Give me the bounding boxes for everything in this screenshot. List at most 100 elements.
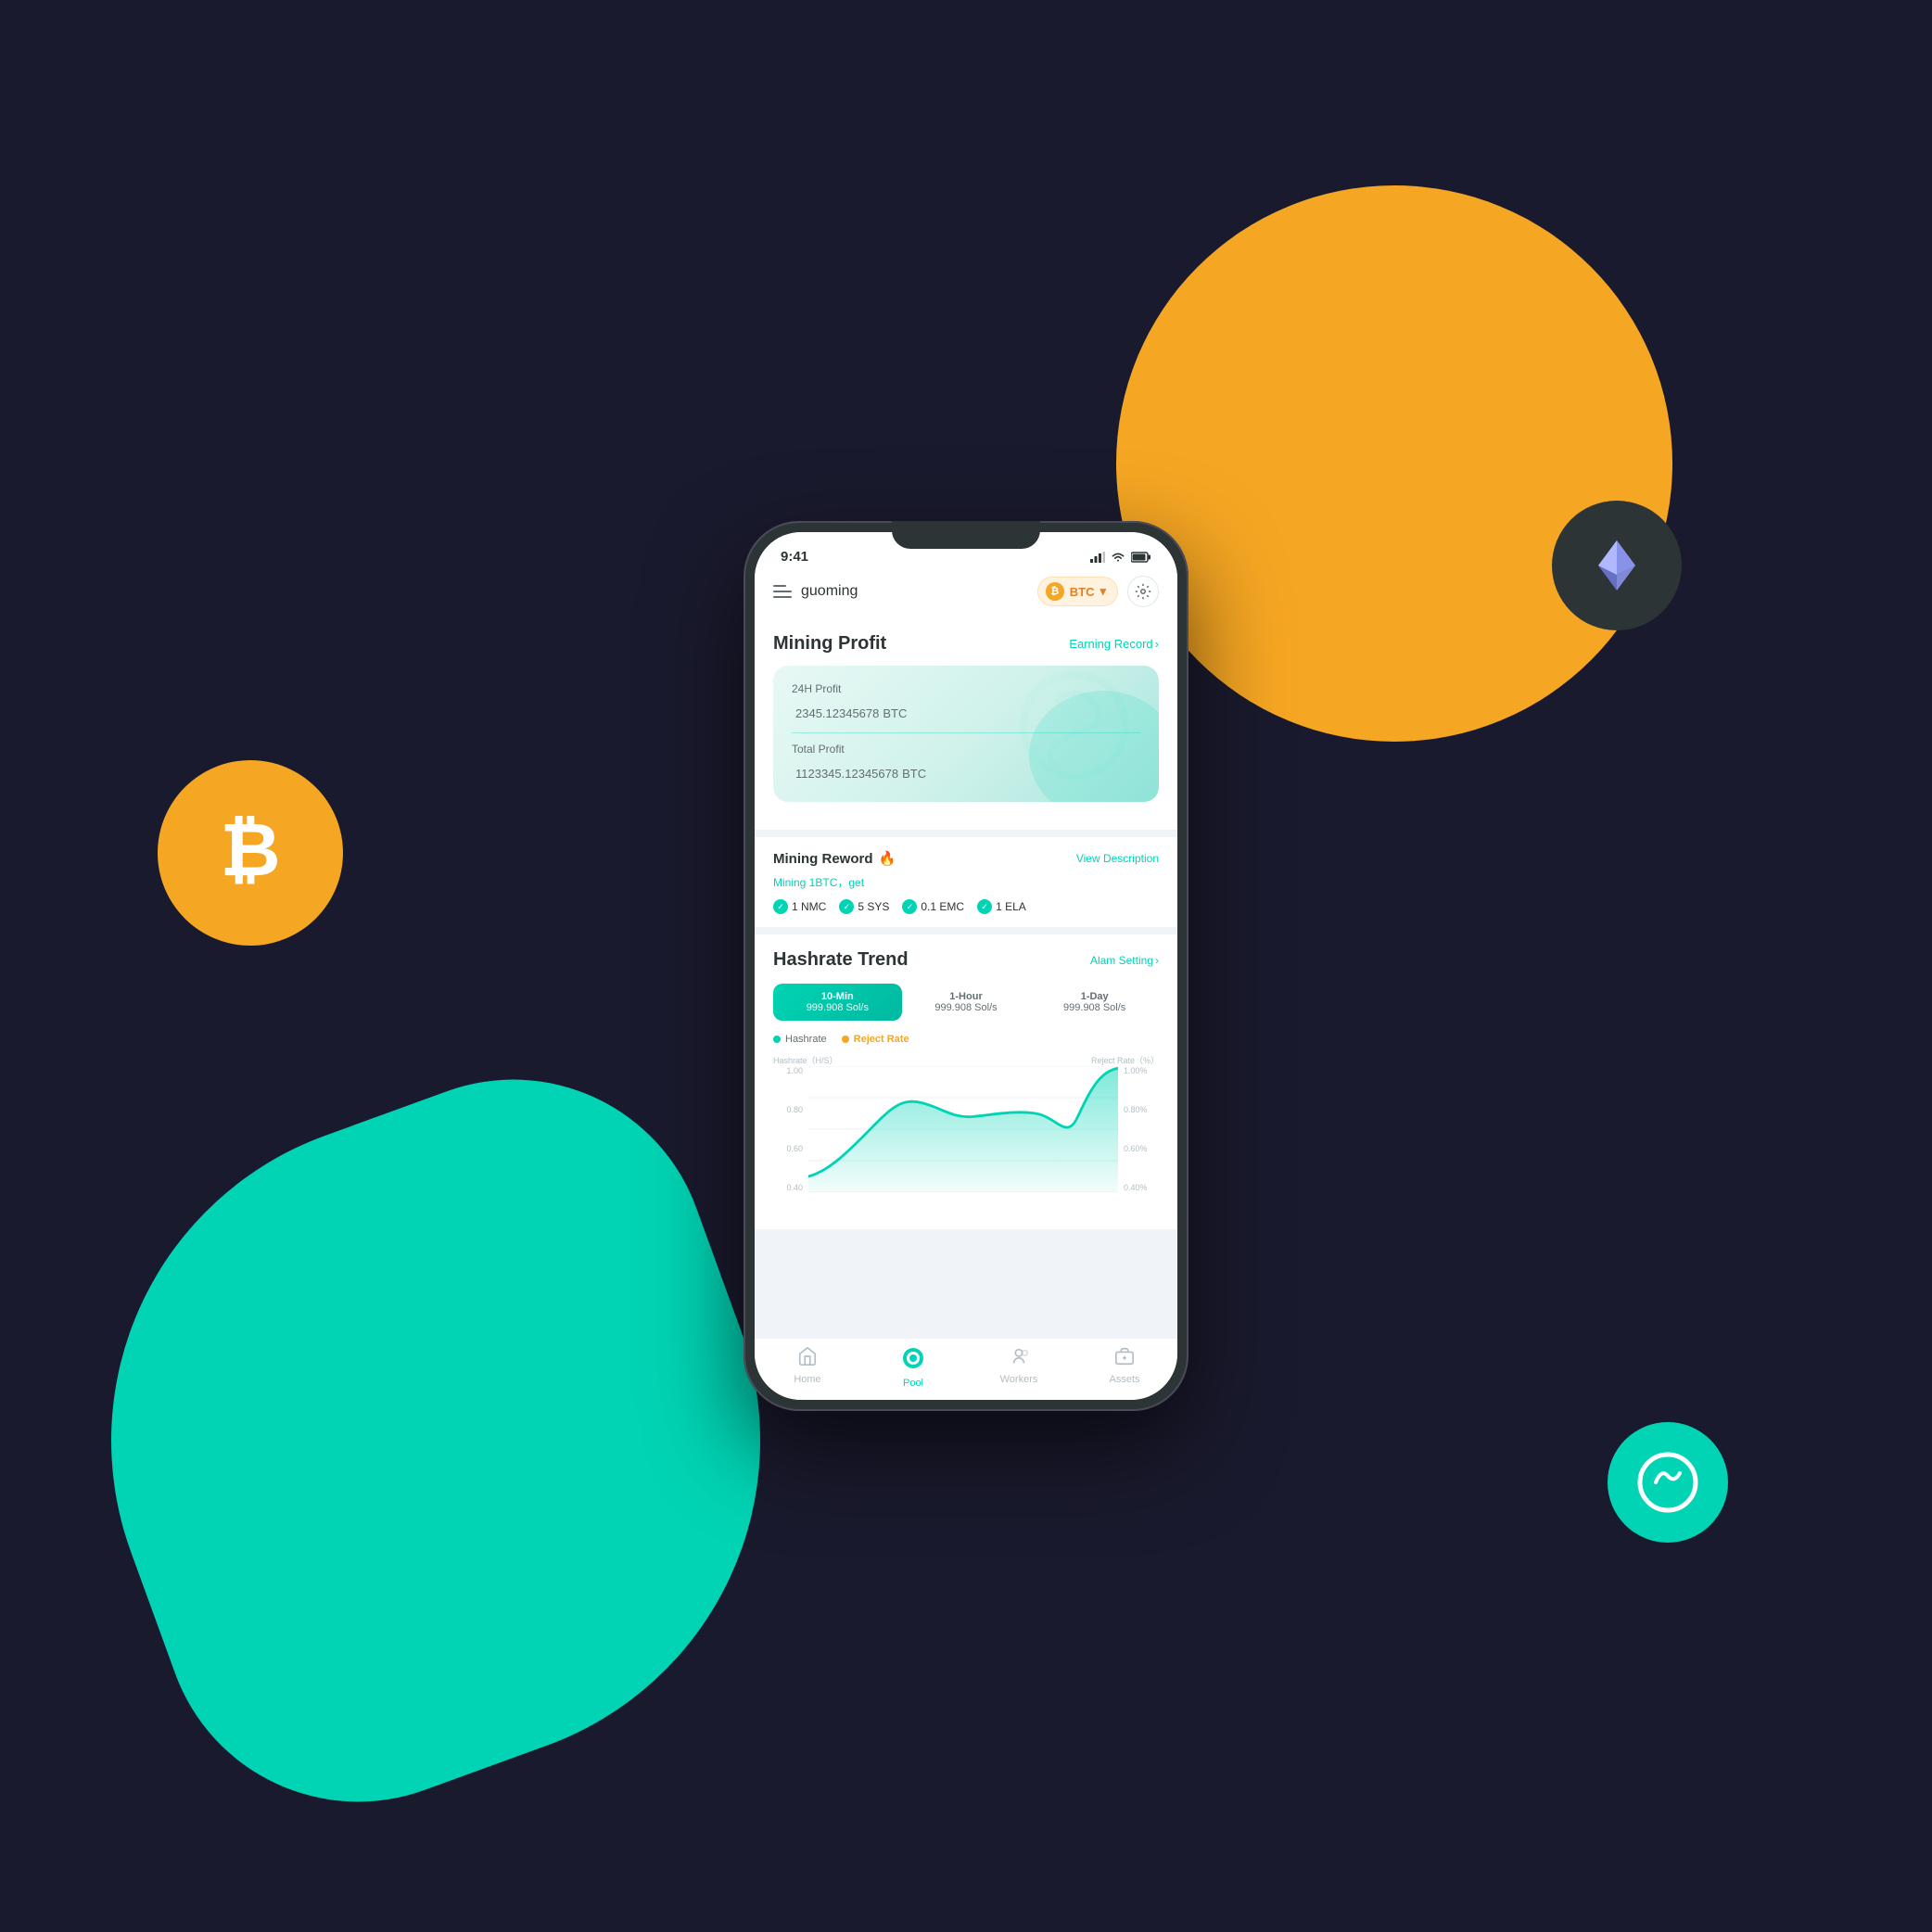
- hashrate-section: Hashrate Trend Alam Setting › 10-Min 999…: [755, 927, 1177, 1229]
- nav-item-home[interactable]: Home: [755, 1346, 860, 1389]
- reward-header: Mining Reword 🔥 View Description: [773, 850, 1159, 867]
- pool-nav-icon: [901, 1346, 925, 1374]
- home-icon: [797, 1346, 818, 1370]
- nav-item-assets[interactable]: Assets: [1072, 1346, 1177, 1389]
- status-time: 9:41: [781, 549, 808, 565]
- chart-axis-titles: Hashrate（H/S） Reject Rate（%）: [773, 1054, 1159, 1066]
- pool-icon: [1608, 1422, 1728, 1543]
- scroll-content[interactable]: Mining Profit Earning Record ›: [755, 618, 1177, 1338]
- legend-hashrate: Hashrate: [773, 1034, 827, 1045]
- tab-10min-label: 10-Min: [777, 991, 898, 1002]
- app-header: guoming ₿ BTC ▾: [755, 568, 1177, 618]
- y-right-1: 1.00%: [1124, 1066, 1148, 1075]
- header-username: guoming: [801, 583, 858, 600]
- bg-circle-yellow: [1116, 185, 1672, 742]
- tab-1hour-value: 999.908 Sol/s: [906, 1002, 1027, 1013]
- time-tabs: 10-Min 999.908 Sol/s 1-Hour 999.908 Sol/…: [773, 984, 1159, 1021]
- tab-1day[interactable]: 1-Day 999.908 Sol/s: [1030, 984, 1159, 1021]
- mining-reward-section: Mining Reword 🔥 View Description Mining …: [755, 830, 1177, 927]
- tab-1hour-label: 1-Hour: [906, 991, 1027, 1002]
- y-axis-right-title: Reject Rate（%）: [1091, 1054, 1159, 1066]
- legend-dot-hashrate: [773, 1036, 781, 1043]
- phone-screen: 9:41: [755, 532, 1177, 1400]
- menu-line-long2: [773, 596, 792, 598]
- menu-line-short: [773, 585, 786, 587]
- phone-outer: 9:41: [744, 521, 1188, 1411]
- y-axis-right: 1.00% 0.80% 0.60% 0.40%: [1118, 1066, 1159, 1192]
- profit-total-value: 1123345.12345678BTC: [792, 759, 1140, 783]
- bg-blob-teal: [19, 1024, 851, 1856]
- chart-container: 1.00 0.80 0.60 0.40 1.00% 0.80% 0.60% 0.…: [773, 1066, 1159, 1214]
- menu-line-long: [773, 591, 792, 592]
- btc-label: BTC: [1070, 585, 1095, 599]
- y-left-3: 0.60: [786, 1144, 803, 1153]
- tab-1day-value: 999.908 Sol/s: [1034, 1002, 1155, 1013]
- tab-10min-value: 999.908 Sol/s: [777, 1002, 898, 1013]
- btc-chevron: ▾: [1099, 584, 1106, 599]
- profit-total-label: Total Profit: [792, 743, 1140, 756]
- tab-10min[interactable]: 10-Min 999.908 Sol/s: [773, 984, 902, 1021]
- check-icon-sys: ✓: [839, 899, 854, 914]
- nav-home-label: Home: [794, 1374, 820, 1385]
- nav-pool-label: Pool: [903, 1378, 923, 1389]
- mining-profit-section: Mining Profit Earning Record ›: [755, 618, 1177, 830]
- y-axis-left: 1.00 0.80 0.60 0.40: [773, 1066, 808, 1192]
- hashrate-header: Hashrate Trend Alam Setting ›: [773, 949, 1159, 971]
- reward-item-ela: ✓ 1 ELA: [977, 899, 1026, 914]
- bitcoin-icon: ₿: [158, 760, 343, 946]
- y-left-1: 1.00: [786, 1066, 803, 1075]
- assets-icon: [1114, 1346, 1135, 1370]
- crypto-watermark: [1005, 666, 1144, 802]
- reward-item-emc: ✓ 0.1 EMC: [902, 899, 964, 914]
- btc-selector[interactable]: ₿ BTC ▾: [1037, 577, 1118, 606]
- nav-item-workers[interactable]: Workers: [966, 1346, 1072, 1389]
- nav-workers-label: Workers: [1000, 1374, 1038, 1385]
- y-right-4: 0.40%: [1124, 1183, 1148, 1192]
- workers-icon: [1009, 1346, 1029, 1370]
- svg-text:₿: ₿: [220, 808, 280, 891]
- btc-badge-icon: ₿: [1046, 582, 1064, 601]
- reward-title: Mining Reword 🔥: [773, 850, 896, 867]
- reward-item-sys: ✓ 5 SYS: [839, 899, 889, 914]
- chart-area: [808, 1066, 1118, 1192]
- battery-icon: [1131, 552, 1151, 563]
- reward-items: ✓ 1 NMC ✓ 5 SYS ✓ 0.1 EMC ✓: [773, 899, 1159, 914]
- phone-wrapper: 9:41: [744, 521, 1188, 1411]
- alarm-setting-link[interactable]: Alam Setting ›: [1090, 954, 1159, 967]
- y-axis-left-title: Hashrate（H/S）: [773, 1054, 838, 1066]
- section-header: Mining Profit Earning Record ›: [773, 633, 1159, 655]
- hashrate-title: Hashrate Trend: [773, 949, 909, 971]
- menu-icon[interactable]: [773, 585, 792, 598]
- y-left-4: 0.40: [786, 1183, 803, 1192]
- y-right-2: 0.80%: [1124, 1105, 1148, 1114]
- profit-card: 24H Profit 2345.12345678BTC Total Profit…: [773, 666, 1159, 802]
- nav-item-pool[interactable]: Pool: [860, 1346, 966, 1389]
- y-right-3: 0.60%: [1124, 1144, 1148, 1153]
- nav-assets-label: Assets: [1109, 1374, 1139, 1385]
- header-right: ₿ BTC ▾: [1037, 576, 1159, 607]
- tab-1day-label: 1-Day: [1034, 991, 1155, 1002]
- view-description-link[interactable]: View Description: [1076, 852, 1159, 865]
- ethereum-icon: [1552, 501, 1682, 630]
- chart-legend: Hashrate Reject Rate: [773, 1034, 1159, 1045]
- bottom-nav: Home Pool: [755, 1338, 1177, 1400]
- legend-reject-rate: Reject Rate: [842, 1034, 909, 1045]
- profit-divider: [792, 732, 1140, 733]
- setting-button[interactable]: [1127, 576, 1159, 607]
- signal-icon: [1090, 552, 1105, 563]
- reward-subtitle: Mining 1BTC，get: [773, 874, 1159, 890]
- phone-notch: [892, 521, 1040, 549]
- profit-24h-value: 2345.12345678BTC: [792, 699, 1140, 723]
- tab-1hour[interactable]: 1-Hour 999.908 Sol/s: [902, 984, 1031, 1021]
- legend-dot-reject: [842, 1036, 849, 1043]
- check-icon-emc: ✓: [902, 899, 917, 914]
- status-icons: [1090, 552, 1151, 563]
- check-icon-nmc: ✓: [773, 899, 788, 914]
- reward-item-nmc: ✓ 1 NMC: [773, 899, 826, 914]
- check-icon-ela: ✓: [977, 899, 992, 914]
- earning-record-link[interactable]: Earning Record ›: [1069, 637, 1159, 651]
- y-left-2: 0.80: [786, 1105, 803, 1114]
- wifi-icon: [1111, 552, 1125, 563]
- mining-profit-title: Mining Profit: [773, 633, 886, 655]
- header-left: guoming: [773, 583, 858, 600]
